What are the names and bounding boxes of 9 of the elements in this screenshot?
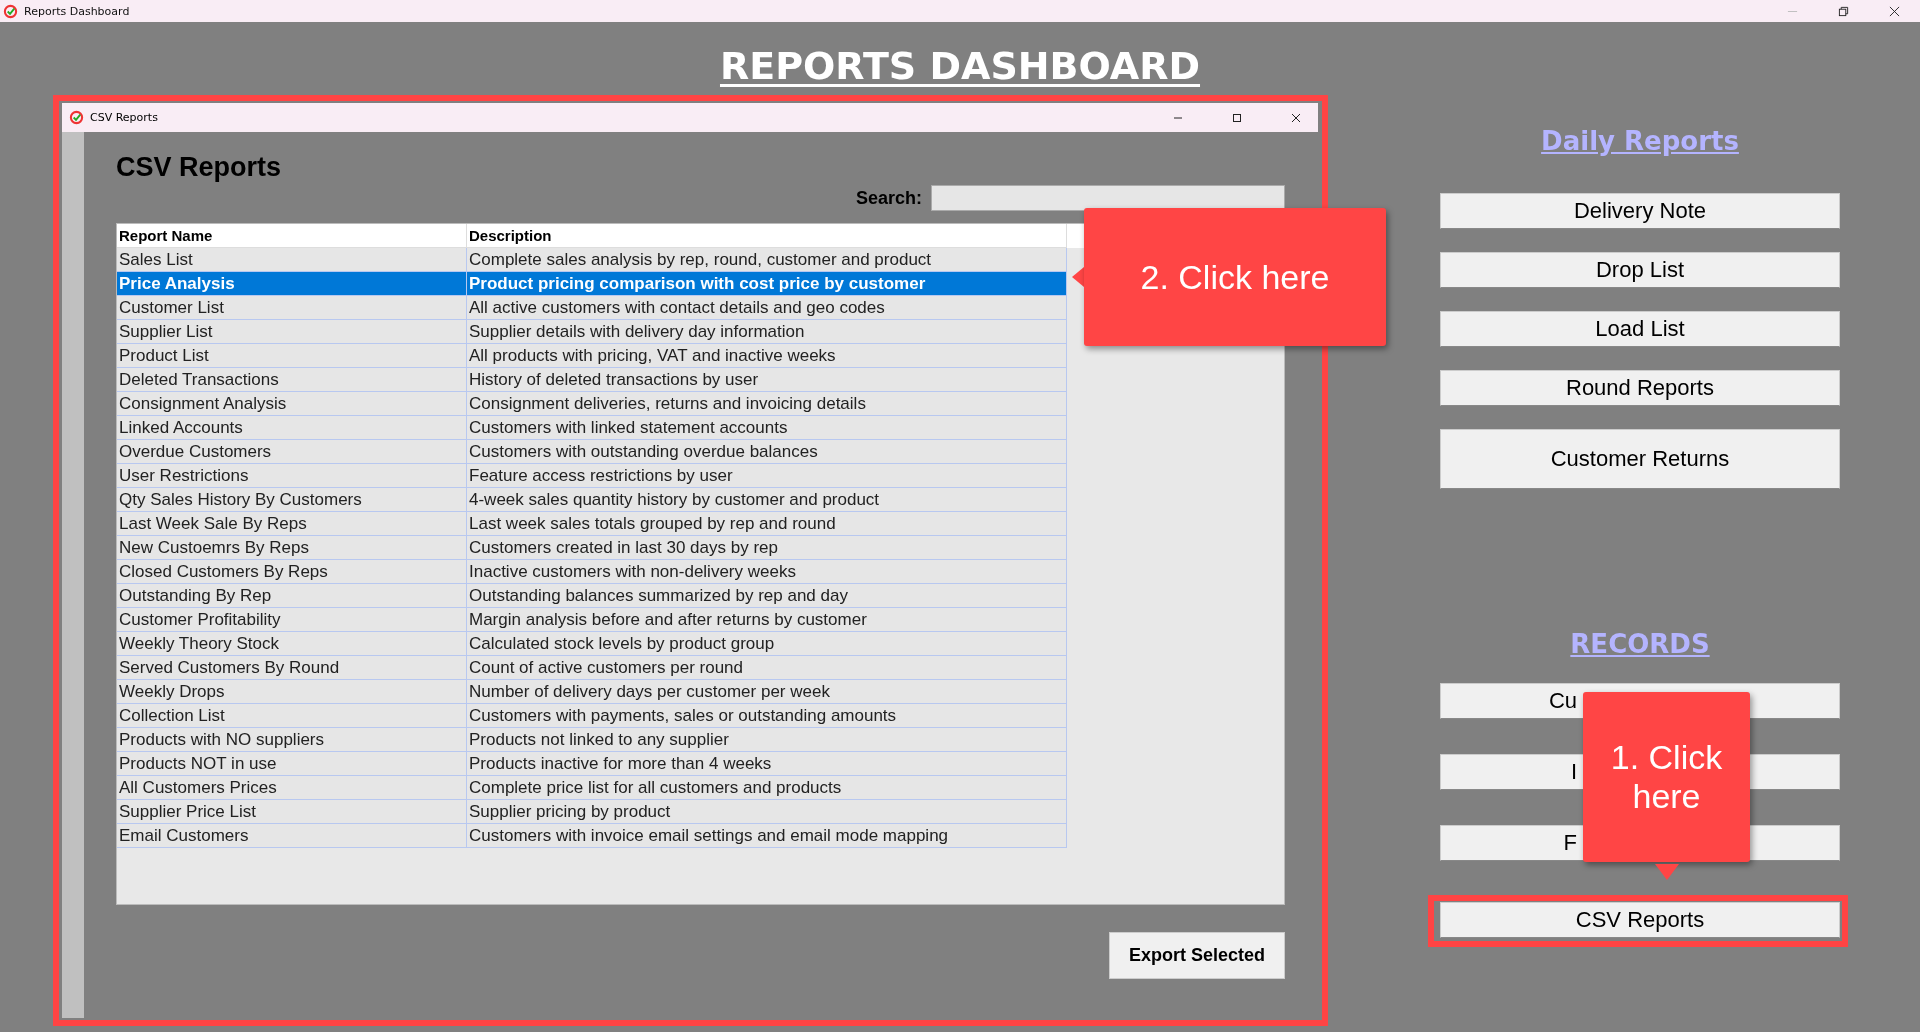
table-cell: Customers with invoice email settings and email mode mapping <box>467 824 1067 848</box>
page-heading: CSV Reports <box>116 152 283 183</box>
callout-tooltip: 2. Click here <box>1084 208 1386 346</box>
window-title: CSV Reports <box>90 111 158 124</box>
window-title: Reports Dashboard <box>24 4 130 18</box>
search-label: Search: <box>855 187 922 209</box>
dashboard-heading: REPORTS DASHBOARD <box>720 43 1200 88</box>
table-cell: Email Customers <box>117 824 467 848</box>
callout-tooltip: 1. Click here <box>1583 692 1750 862</box>
